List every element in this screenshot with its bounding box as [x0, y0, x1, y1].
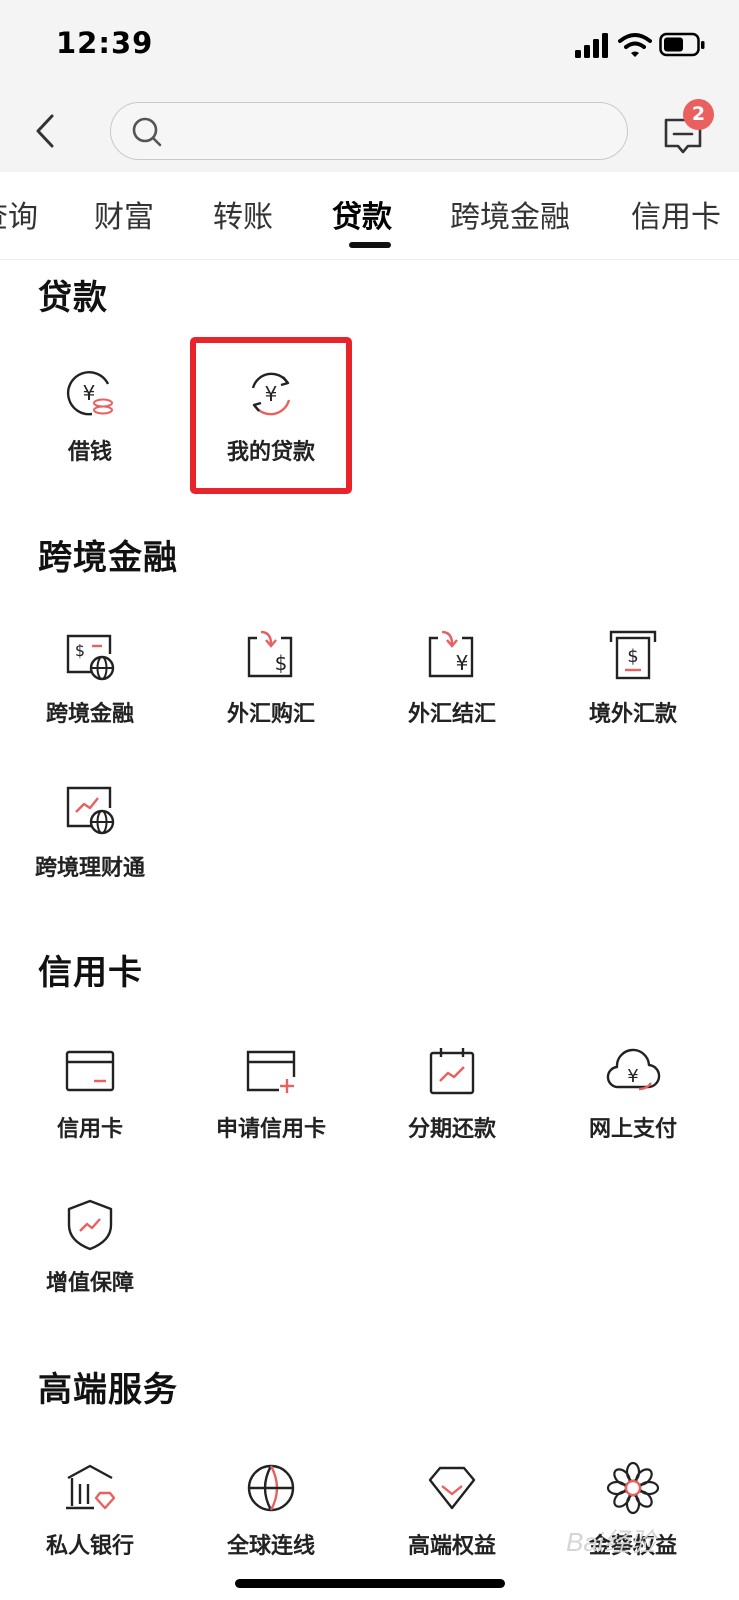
search-icon	[132, 117, 162, 147]
crossborder-item-wealth-connect[interactable]: 跨境理财通	[0, 782, 182, 902]
message-badge: 2	[683, 99, 714, 130]
premium-item-private-bank[interactable]: 私人银行	[0, 1460, 182, 1580]
svg-text:$: $	[627, 646, 638, 667]
credit-card-icon	[65, 1050, 115, 1092]
crossborder-item-settle-fx[interactable]: ¥ 外汇结汇	[360, 628, 544, 748]
crossborder-item-wealth-connect-label: 跨境理财通	[34, 856, 145, 881]
creditcard-item-installment[interactable]: 分期还款	[360, 1043, 544, 1163]
section-title-creditcard: 信用卡	[38, 953, 143, 993]
dollar-globe-icon: $	[66, 634, 115, 681]
category-tabs: 查询 财富 转账 贷款 跨境金融 信用卡	[0, 172, 739, 260]
premium-item-global-connect[interactable]: 全球连线	[179, 1460, 363, 1580]
premium-item-premium-rights-label: 高端权益	[407, 1534, 496, 1559]
crossborder-item-settle-fx-label: 外汇结汇	[407, 702, 496, 727]
creditcard-item-value-protection[interactable]: 增值保障	[0, 1197, 182, 1317]
creditcard-item-online-pay-label: 网上支付	[588, 1117, 677, 1142]
crossborder-item-finance[interactable]: $ 跨境金融	[0, 628, 182, 748]
premium-item-premium-rights[interactable]: 高端权益	[360, 1460, 544, 1580]
flower-icon	[606, 1461, 660, 1515]
svg-text:¥: ¥	[83, 381, 96, 405]
creditcard-item-online-pay[interactable]: ¥ 网上支付	[541, 1043, 725, 1163]
creditcard-item-apply-label: 申请信用卡	[215, 1117, 326, 1142]
tab-transfer[interactable]: 转账	[213, 192, 273, 236]
chart-globe-icon	[66, 786, 115, 835]
creditcard-item-card[interactable]: 信用卡	[0, 1043, 182, 1163]
wifi-icon	[618, 33, 652, 57]
premium-item-global-connect-label: 全球连线	[226, 1534, 315, 1559]
globe-icon	[247, 1464, 295, 1512]
loan-item-borrow[interactable]: ¥ 借钱	[0, 366, 182, 486]
tab-loan[interactable]: 贷款	[332, 192, 392, 236]
cellular-signal-icon	[575, 33, 608, 58]
creditcard-item-installment-label: 分期还款	[407, 1117, 496, 1142]
tab-query[interactable]: 查询	[0, 192, 38, 236]
yen-coins-icon: ¥	[66, 371, 113, 416]
crossborder-item-remittance[interactable]: $ 境外汇款	[541, 628, 725, 748]
creditcard-item-value-protection-label: 增值保障	[45, 1271, 134, 1296]
battery-icon	[659, 32, 705, 57]
status-time: 12:39	[56, 26, 154, 60]
diamond-icon	[428, 1466, 476, 1510]
atm-dollar-icon: $	[609, 630, 657, 680]
tab-creditcard[interactable]: 信用卡	[631, 192, 721, 236]
section-title-premium: 高端服务	[38, 1370, 178, 1410]
dollar-exchange-icon: $	[247, 630, 293, 678]
tab-wealth[interactable]: 财富	[94, 192, 154, 236]
crossborder-item-remittance-label: 境外汇款	[588, 702, 677, 727]
bank-gem-icon	[66, 1464, 116, 1510]
chevron-left-icon	[36, 114, 54, 148]
section-title-loan: 贷款	[38, 278, 108, 318]
svg-text:$: $	[275, 651, 288, 675]
back-button[interactable]	[22, 106, 66, 156]
premium-item-sunflower-rights[interactable]: 金葵权益	[541, 1460, 725, 1580]
crossborder-item-finance-label: 跨境金融	[45, 702, 134, 727]
active-tab-indicator	[349, 242, 391, 248]
shield-chart-icon	[67, 1199, 113, 1251]
svg-text:¥: ¥	[627, 1066, 638, 1087]
crossborder-item-buy-fx-label: 外汇购汇	[226, 702, 315, 727]
premium-item-private-bank-label: 私人银行	[45, 1534, 134, 1559]
search-bar[interactable]	[110, 102, 628, 160]
calendar-chart-icon	[429, 1048, 475, 1095]
creditcard-item-apply[interactable]: 申请信用卡	[179, 1043, 363, 1163]
creditcard-item-card-label: 信用卡	[56, 1117, 123, 1142]
crossborder-item-buy-fx[interactable]: $ 外汇购汇	[179, 628, 363, 748]
svg-text:¥: ¥	[456, 651, 469, 675]
highlight-annotation-box	[190, 337, 352, 494]
status-icons	[575, 32, 705, 62]
section-title-crossborder: 跨境金融	[38, 538, 178, 578]
loan-item-borrow-label: 借钱	[67, 440, 112, 465]
watermark: Bai经验	[566, 1527, 656, 1557]
card-add-icon	[246, 1050, 296, 1093]
cloud-yen-icon: ¥	[606, 1048, 661, 1091]
yen-exchange-icon: ¥	[428, 630, 474, 678]
search-input[interactable]	[173, 113, 613, 149]
tab-crossborder[interactable]: 跨境金融	[450, 192, 570, 236]
home-indicator[interactable]	[235, 1579, 505, 1588]
svg-text:$: $	[75, 641, 85, 660]
